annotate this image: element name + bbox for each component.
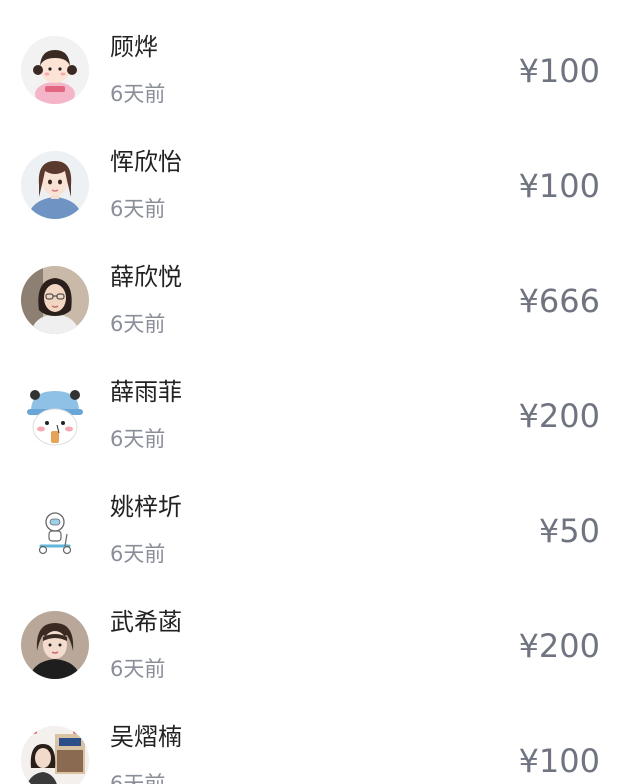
avatar[interactable]: [21, 496, 89, 564]
list-item[interactable]: 姚梓圻 6天前 ¥50: [0, 460, 620, 575]
donor-name: 吴熠楠: [110, 723, 182, 751]
list-item[interactable]: 吴熠楠 6天前 ¥100: [0, 690, 620, 784]
panda-hat-avatar-icon: [21, 381, 89, 449]
avatar[interactable]: [21, 266, 89, 334]
donation-amount: ¥100: [518, 167, 600, 205]
donation-amount: ¥100: [518, 52, 600, 90]
girl-cartoon-avatar-icon: [21, 36, 89, 104]
donation-time: 6天前: [110, 197, 166, 221]
list-item[interactable]: 顾烨 6天前 ¥100: [0, 0, 620, 115]
anime-girl-avatar-icon: [21, 151, 89, 219]
donor-name: 姚梓圻: [110, 493, 182, 521]
donation-time: 6天前: [110, 542, 166, 566]
list-item[interactable]: 恽欣怡 6天前 ¥100: [0, 115, 620, 230]
donation-amount: ¥666: [518, 282, 600, 320]
donation-amount: ¥100: [518, 742, 600, 780]
donation-amount: ¥50: [538, 512, 600, 550]
avatar[interactable]: [21, 151, 89, 219]
avatar[interactable]: [21, 36, 89, 104]
avatar[interactable]: [21, 726, 89, 784]
donor-name: 薛雨菲: [110, 378, 182, 406]
list-item[interactable]: 薛雨菲 6天前 ¥200: [0, 345, 620, 460]
photo-girl-glasses-avatar-icon: [21, 266, 89, 334]
donation-time: 6天前: [110, 312, 166, 336]
list-item[interactable]: 薛欣悦 6天前 ¥666: [0, 230, 620, 345]
list-item[interactable]: 武希菡 6天前 ¥200: [0, 575, 620, 690]
donation-amount: ¥200: [518, 627, 600, 665]
donor-name: 顾烨: [110, 33, 158, 61]
donation-amount: ¥200: [518, 397, 600, 435]
donor-name: 薛欣悦: [110, 263, 182, 291]
donation-time: 6天前: [110, 427, 166, 451]
avatar[interactable]: [21, 381, 89, 449]
photo-storefront-avatar-icon: [21, 726, 89, 784]
donation-time: 6天前: [110, 82, 166, 106]
photo-short-hair-avatar-icon: [21, 611, 89, 679]
donation-time: 6天前: [110, 772, 166, 784]
astronaut-scooter-avatar-icon: [21, 496, 89, 564]
donor-name: 恽欣怡: [110, 148, 182, 176]
avatar[interactable]: [21, 611, 89, 679]
donation-time: 6天前: [110, 657, 166, 681]
donor-list: 顾烨 6天前 ¥100 恽欣怡 6天前 ¥100 薛欣悦 6天前 ¥666 薛雨…: [0, 0, 620, 784]
donor-name: 武希菡: [110, 608, 182, 636]
